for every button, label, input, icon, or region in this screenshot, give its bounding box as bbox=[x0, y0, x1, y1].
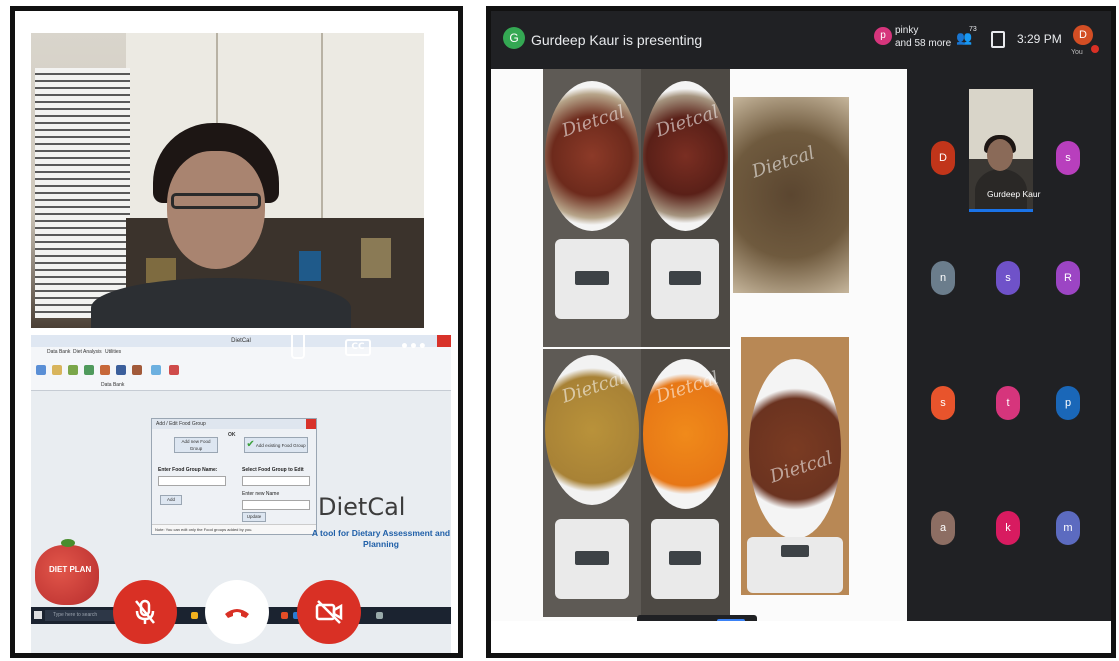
participant-avatar-2[interactable]: s bbox=[1056, 141, 1080, 175]
add-new-food-group-button[interactable]: Add new Food Group bbox=[174, 437, 218, 453]
food-group-select[interactable] bbox=[242, 476, 310, 486]
select-food-group-label: Select Food Group to Edit bbox=[242, 467, 304, 473]
apple-text: DIET PLAN bbox=[49, 565, 92, 574]
participant-name: pinky bbox=[895, 25, 919, 36]
watermark-3: Dietcal bbox=[749, 142, 818, 183]
participant-avatar-3[interactable]: n bbox=[931, 261, 955, 295]
participant-avatar-8[interactable]: p bbox=[1056, 386, 1080, 420]
photo-ground-powder-1: Dietcal bbox=[543, 349, 641, 617]
photo-spice-mix-2: Dietcal bbox=[641, 69, 730, 347]
enter-new-name-label: Enter new Name bbox=[242, 491, 280, 497]
camera-off-icon bbox=[315, 600, 343, 624]
dietcal-logo-text: DietCal bbox=[318, 493, 406, 521]
add-button[interactable]: Add bbox=[160, 495, 182, 505]
app-ribbon: DietCal Data Bank Diet Analysis Utilitie… bbox=[31, 335, 451, 391]
camera-toggle-button[interactable] bbox=[297, 580, 361, 644]
participant-more: and 58 more bbox=[895, 38, 952, 49]
presenter-thumbnail-face bbox=[987, 139, 1013, 171]
windows-start-icon[interactable] bbox=[34, 611, 42, 619]
checkmark-icon: ✔ bbox=[246, 439, 255, 450]
enter-food-group-name-label: Enter Food Group Name: bbox=[158, 467, 218, 473]
photo-turmeric-powder: Dietcal bbox=[641, 349, 730, 617]
presenter-glasses bbox=[171, 193, 261, 209]
photo-whole-spices: Dietcal bbox=[733, 97, 849, 293]
app-title-bar: DietCal bbox=[31, 335, 451, 347]
meet-top-bar: G Gurdeep Kaur is presenting p pinky and… bbox=[491, 11, 1111, 69]
participant-avatar-1[interactable]: D bbox=[931, 141, 955, 175]
mute-microphone-button[interactable] bbox=[113, 580, 177, 644]
people-count: 73 bbox=[969, 26, 977, 33]
dialog-close-button[interactable] bbox=[306, 419, 316, 429]
participant-camera-feed bbox=[31, 33, 424, 328]
taskbar-search[interactable]: Type here to search bbox=[45, 610, 115, 621]
recipe-icon[interactable] bbox=[36, 365, 46, 375]
food-icon[interactable] bbox=[52, 365, 62, 375]
meet-presentation-panel: G Gurdeep Kaur is presenting p pinky and… bbox=[486, 6, 1116, 658]
more-options-icon[interactable]: ••• bbox=[400, 339, 427, 355]
participant-avatar-9[interactable]: a bbox=[931, 511, 955, 545]
add-existing-food-group-button[interactable]: ✔ Add existing Food Group bbox=[244, 437, 308, 453]
hang-up-button[interactable] bbox=[205, 580, 269, 644]
nutrient-grams-icon[interactable] bbox=[132, 365, 142, 375]
bottom-strip bbox=[491, 621, 1111, 653]
photo-spice-mix-1: Dietcal bbox=[543, 69, 641, 347]
participant-avatar-7[interactable]: t bbox=[996, 386, 1020, 420]
participant-summary: pinky and 58 more bbox=[895, 24, 951, 50]
participant-avatar-11[interactable]: m bbox=[1056, 511, 1080, 545]
self-avatar: D bbox=[1073, 25, 1093, 45]
new-name-input[interactable] bbox=[242, 500, 310, 510]
clock-time: 3:29 PM bbox=[1017, 32, 1062, 46]
participant-avatar-4[interactable]: s bbox=[996, 261, 1020, 295]
ribbon-group-label: Data Bank bbox=[101, 382, 125, 388]
diet-measure-icon[interactable] bbox=[100, 365, 110, 375]
chrome-icon[interactable] bbox=[281, 612, 288, 619]
presented-slide: Dietcal Dietcal Dietcal Dietcal Dietcal … bbox=[491, 69, 907, 633]
food-group-name-input[interactable] bbox=[158, 476, 226, 486]
dialog-ok-label: OK bbox=[228, 432, 236, 438]
app-close-button[interactable] bbox=[437, 335, 451, 347]
participant-avatar-5[interactable]: R bbox=[1056, 261, 1080, 295]
hang-up-icon bbox=[225, 609, 249, 618]
presenter-face bbox=[167, 151, 265, 269]
file-explorer-icon[interactable] bbox=[191, 612, 198, 619]
regional-recipes-icon[interactable] bbox=[151, 365, 161, 375]
self-label: You bbox=[1071, 49, 1083, 56]
nutrient-values-icon[interactable] bbox=[84, 365, 94, 375]
presenter-avatar: G bbox=[503, 27, 525, 49]
apple-leaf bbox=[61, 539, 75, 547]
speaking-indicator bbox=[969, 209, 1033, 212]
photo-brown-spice-powder: Dietcal bbox=[741, 337, 849, 595]
presenting-status: Gurdeep Kaur is presenting bbox=[531, 32, 703, 48]
participant-avatar-pinky: p bbox=[874, 27, 892, 45]
add-existing-label: Add existing Food Group bbox=[255, 443, 306, 448]
window-blinds bbox=[35, 68, 130, 318]
people-icon[interactable]: 👥 bbox=[956, 31, 972, 46]
tab-diet-analysis[interactable]: Diet Analysis bbox=[73, 349, 102, 355]
tab-utilities[interactable]: Utilities bbox=[105, 349, 121, 355]
add-edit-food-group-dialog: Add / Edit Food Group OK Add new Food Gr… bbox=[151, 418, 317, 535]
food-groups-icon[interactable] bbox=[68, 365, 78, 375]
dialog-note: Note: You can edit only the Food groups … bbox=[152, 524, 316, 534]
add-recipe-icon[interactable] bbox=[169, 365, 179, 375]
spotlight-tile-name: Gurdeep Kaur bbox=[987, 189, 1041, 199]
dietcal-tagline: A tool for Dietary Assessment and Planni… bbox=[311, 528, 451, 549]
dialog-title: Add / Edit Food Group bbox=[152, 419, 316, 429]
tray-icons bbox=[376, 612, 383, 619]
captions-icon[interactable]: CC bbox=[345, 339, 371, 356]
mic-muted-badge bbox=[1091, 45, 1099, 53]
sports-measure-icon[interactable] bbox=[116, 365, 126, 375]
participant-avatar-10[interactable]: k bbox=[996, 511, 1020, 545]
video-call-panel: DietCal Data Bank Diet Analysis Utilitie… bbox=[10, 6, 463, 658]
chat-icon[interactable] bbox=[991, 31, 1005, 48]
mic-off-icon bbox=[135, 599, 155, 624]
update-button[interactable]: Update bbox=[242, 512, 266, 522]
participant-avatar-6[interactable]: s bbox=[931, 386, 955, 420]
tab-data-bank[interactable]: Data Bank bbox=[47, 349, 70, 355]
diet-plan-apple-image bbox=[35, 545, 99, 605]
cast-icon[interactable] bbox=[291, 331, 305, 359]
